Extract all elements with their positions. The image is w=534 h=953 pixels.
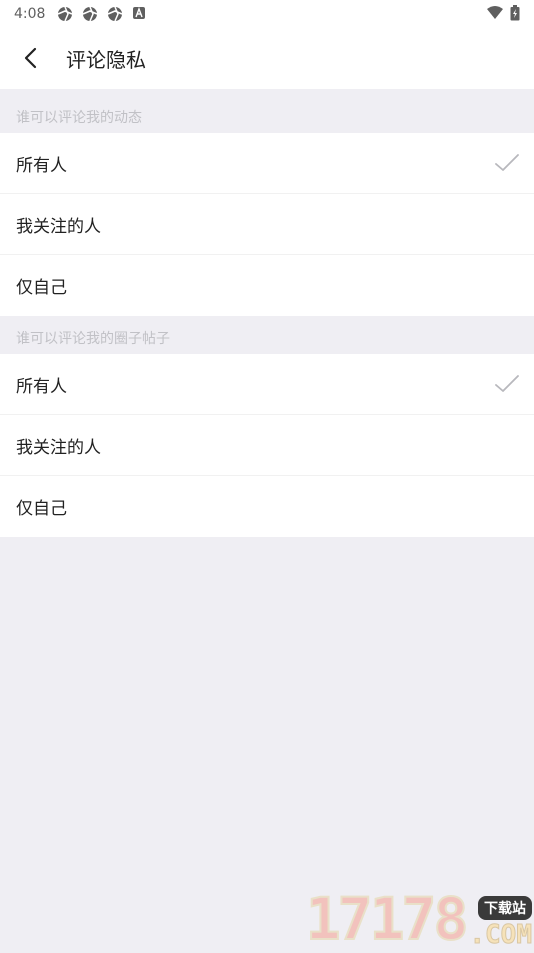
option-label: 仅自己 (16, 499, 67, 519)
option-list-circle-posts: 所有人 我关注的人 仅自己 (0, 354, 534, 537)
option-label: 所有人 (16, 155, 67, 176)
aperture-icon (82, 6, 98, 22)
back-button[interactable] (10, 38, 50, 78)
section-header-circle-posts: 谁可以评论我的圈子帖子 (16, 331, 170, 347)
watermark-logo: 17178 下载站 .COM (305, 885, 533, 953)
option-only-me[interactable]: 仅自己 (0, 476, 534, 537)
option-only-me[interactable]: 仅自己 (0, 255, 534, 316)
app-a-icon (132, 6, 148, 22)
checkmark-icon (495, 375, 519, 392)
page-title: 评论隐私 (66, 47, 146, 72)
battery-charging-icon (504, 5, 520, 25)
aperture-icon (57, 6, 73, 22)
option-everyone[interactable]: 所有人 (0, 354, 534, 415)
option-label: 所有人 (16, 376, 67, 397)
option-everyone[interactable]: 所有人 (0, 133, 534, 194)
chevron-left-icon (24, 47, 37, 69)
checkmark-icon (495, 154, 519, 171)
aperture-icon (107, 6, 123, 22)
watermark-domain: .COM (469, 920, 533, 950)
section-header-moments: 谁可以评论我的动态 (16, 110, 142, 126)
status-time: 4:08 (14, 5, 46, 22)
option-label: 仅自己 (16, 278, 67, 298)
option-label: 我关注的人 (16, 437, 101, 458)
watermark-digits: 17178 (305, 885, 470, 953)
option-following[interactable]: 我关注的人 (0, 415, 534, 476)
option-list-moments: 所有人 我关注的人 仅自己 (0, 133, 534, 316)
status-bar: 4:08 (0, 0, 534, 27)
option-following[interactable]: 我关注的人 (0, 194, 534, 255)
option-label: 我关注的人 (16, 216, 101, 237)
wifi-icon (480, 6, 504, 24)
app-bar: 评论隐私 (0, 27, 534, 89)
watermark-badge: 下载站 (478, 896, 532, 920)
